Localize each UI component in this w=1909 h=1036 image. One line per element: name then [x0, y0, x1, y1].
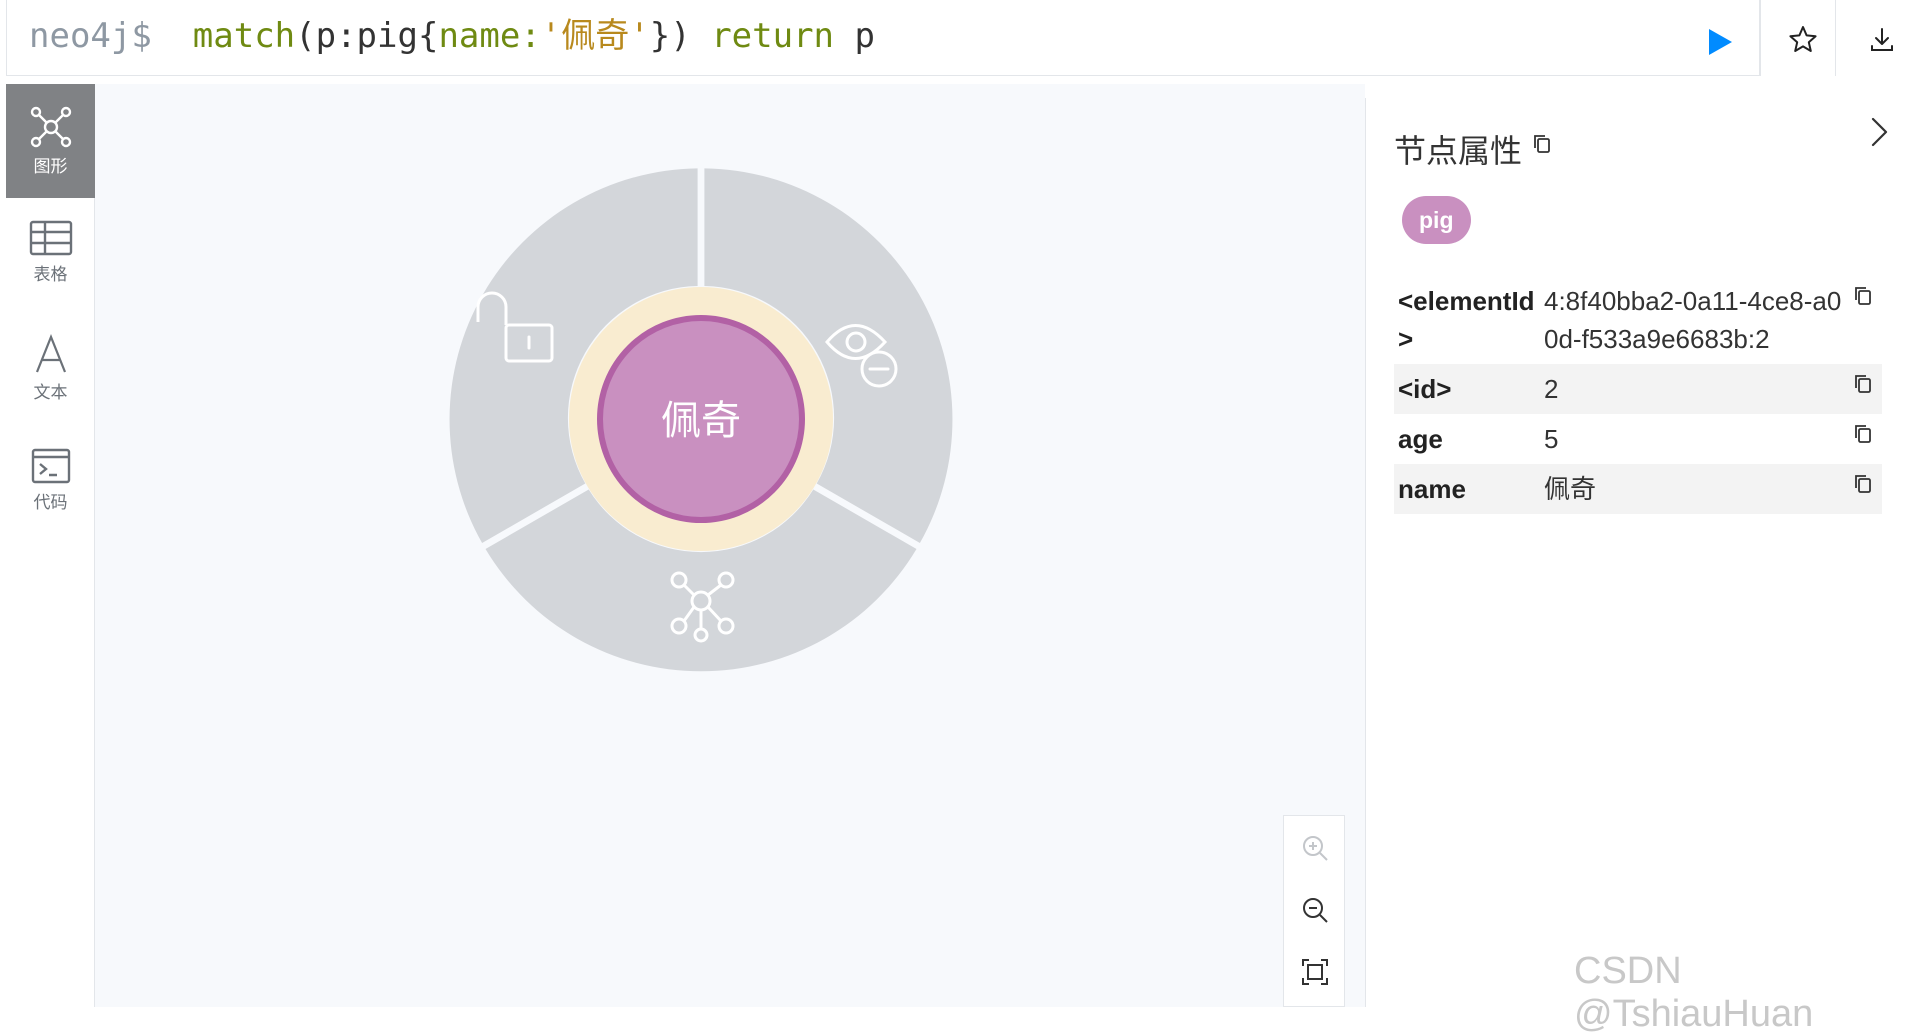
text-icon — [35, 334, 66, 373]
download-icon[interactable] — [1864, 22, 1900, 58]
property-value: 佩奇 — [1544, 474, 1597, 504]
property-row: <id> 2 — [1394, 364, 1882, 414]
sidebar-item-label: 文本 — [33, 383, 68, 402]
sidebar-item-label: 图形 — [33, 157, 68, 176]
node-label-chip[interactable]: pig — [1402, 196, 1471, 244]
property-row: name 佩奇 — [1394, 464, 1882, 514]
fit-to-screen-icon[interactable] — [1299, 956, 1331, 988]
sidebar-item-label: 代码 — [33, 493, 68, 512]
node-caption: 佩奇 — [661, 398, 741, 444]
property-key: name — [1398, 474, 1466, 504]
query-keyword-return: return — [711, 16, 835, 56]
query-pattern-open: (p:pig{ — [295, 16, 439, 56]
query-return-var: p — [854, 16, 875, 56]
graph-visualization: 佩奇 — [449, 168, 953, 672]
query-prop-key: name: — [438, 16, 541, 56]
copy-icon[interactable] — [1852, 372, 1874, 396]
sidebar-item-code[interactable]: 代码 — [6, 426, 95, 540]
graph-icon — [30, 106, 71, 148]
code-icon — [31, 448, 70, 484]
query-editor[interactable]: neo4j$ match(p:pig{name:'佩奇'}) return p — [29, 14, 875, 58]
query-pattern-close: }) — [649, 16, 691, 56]
query-bar: neo4j$ match(p:pig{name:'佩奇'}) return p — [6, 0, 1760, 76]
property-row: age 5 — [1394, 414, 1882, 464]
properties-table: <elementId> 4:8f40bba2-0a11-4ce8-a00d-f5… — [1394, 276, 1882, 514]
toolbar-divider — [1835, 0, 1836, 76]
property-key: age — [1398, 424, 1443, 454]
sidebar-item-label: 表格 — [33, 265, 68, 284]
query-prompt: neo4j$ — [29, 16, 152, 56]
watermark: CSDN @TshiauHuan — [1574, 950, 1814, 1035]
query-keyword-match: match — [192, 16, 296, 56]
run-query-button[interactable] — [1701, 24, 1737, 60]
graph-canvas[interactable]: 佩奇 — [95, 84, 1365, 1007]
favorite-star-icon[interactable] — [1785, 22, 1821, 58]
table-icon — [29, 220, 72, 256]
property-key: <elementId> — [1398, 286, 1535, 354]
copy-icon[interactable] — [1531, 132, 1553, 156]
panel-title: 节点属性 — [1394, 132, 1523, 170]
copy-icon[interactable] — [1852, 472, 1874, 496]
property-key: <id> — [1398, 374, 1452, 404]
chevron-right-icon[interactable] — [1864, 114, 1894, 150]
property-value: 5 — [1544, 424, 1559, 454]
copy-icon[interactable] — [1852, 284, 1874, 308]
sidebar-item-graph[interactable]: 图形 — [6, 84, 95, 198]
zoom-controls — [1283, 815, 1345, 1007]
view-sidebar: 图形 表格 文本 代码 — [6, 84, 95, 1007]
query-prop-value: '佩奇' — [540, 16, 650, 56]
property-row: <elementId> 4:8f40bba2-0a11-4ce8-a00d-f5… — [1394, 276, 1882, 364]
zoom-in-icon[interactable] — [1299, 832, 1331, 864]
property-value: 4:8f40bba2-0a11-4ce8-a00d-f533a9e6683b:2 — [1544, 286, 1842, 354]
zoom-out-icon[interactable] — [1299, 894, 1331, 926]
toolbar-divider — [1760, 0, 1761, 76]
property-value: 2 — [1544, 374, 1559, 404]
node-properties-panel: 节点属性 pig <elementId> 4:8f40bba2-0a11-4ce… — [1365, 98, 1909, 1007]
copy-icon[interactable] — [1852, 422, 1874, 446]
sidebar-item-table[interactable]: 表格 — [6, 198, 95, 312]
sidebar-item-text[interactable]: 文本 — [6, 312, 95, 426]
